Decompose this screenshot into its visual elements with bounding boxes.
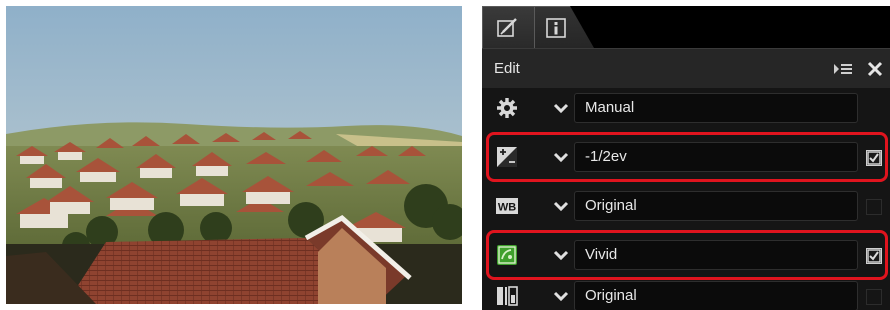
panel-title: Edit xyxy=(494,60,520,77)
checkmark-icon xyxy=(867,249,881,263)
setting-row-exposure: -1/2ev xyxy=(482,137,890,177)
tab-bar xyxy=(482,6,890,48)
chevron-down-icon[interactable] xyxy=(548,283,574,309)
active-d-lighting-select[interactable]: Original xyxy=(574,281,858,310)
picture-control-icon xyxy=(497,245,517,265)
setting-row-manual: Manual xyxy=(482,88,890,128)
setting-row-picture-control: Vivid xyxy=(482,235,890,275)
white-balance-icon: WB xyxy=(496,198,518,214)
edit-panel: Edit Manual -1/2ev WB Original Vivid Ori… xyxy=(482,6,890,310)
active-d-lighting-checkbox[interactable] xyxy=(866,289,882,305)
picture-control-select[interactable]: Vivid xyxy=(574,240,858,270)
setting-row-active-d-lighting: Original xyxy=(482,276,890,310)
picture-control-checkbox[interactable] xyxy=(866,248,882,264)
tab-edit[interactable] xyxy=(482,6,540,48)
chevron-down-icon[interactable] xyxy=(548,144,574,170)
active-d-lighting-icon xyxy=(497,286,518,306)
chevron-down-icon[interactable] xyxy=(548,95,574,121)
exposure-compensation-checkbox[interactable] xyxy=(866,150,882,166)
panel-header: Edit xyxy=(482,48,890,88)
chevron-down-icon[interactable] xyxy=(548,242,574,268)
tab-info[interactable] xyxy=(534,6,594,48)
landscape-image xyxy=(6,6,462,304)
white-balance-select[interactable]: Original xyxy=(574,191,858,221)
checkmark-icon xyxy=(867,151,881,165)
setting-row-white-balance: WB Original xyxy=(482,186,890,226)
panel-menu-icon[interactable] xyxy=(834,61,852,77)
gear-icon xyxy=(497,98,517,118)
white-balance-checkbox[interactable] xyxy=(866,199,882,215)
chevron-down-icon[interactable] xyxy=(548,193,574,219)
exposure-compensation-select[interactable]: -1/2ev xyxy=(574,142,858,172)
white-balance-icon-text: WB xyxy=(498,202,516,214)
preset-select[interactable]: Manual xyxy=(574,93,858,123)
photo-preview xyxy=(6,6,462,304)
info-icon xyxy=(546,18,566,38)
close-icon[interactable] xyxy=(866,60,884,78)
exposure-compensation-icon xyxy=(497,147,517,167)
edit-icon xyxy=(497,18,517,37)
